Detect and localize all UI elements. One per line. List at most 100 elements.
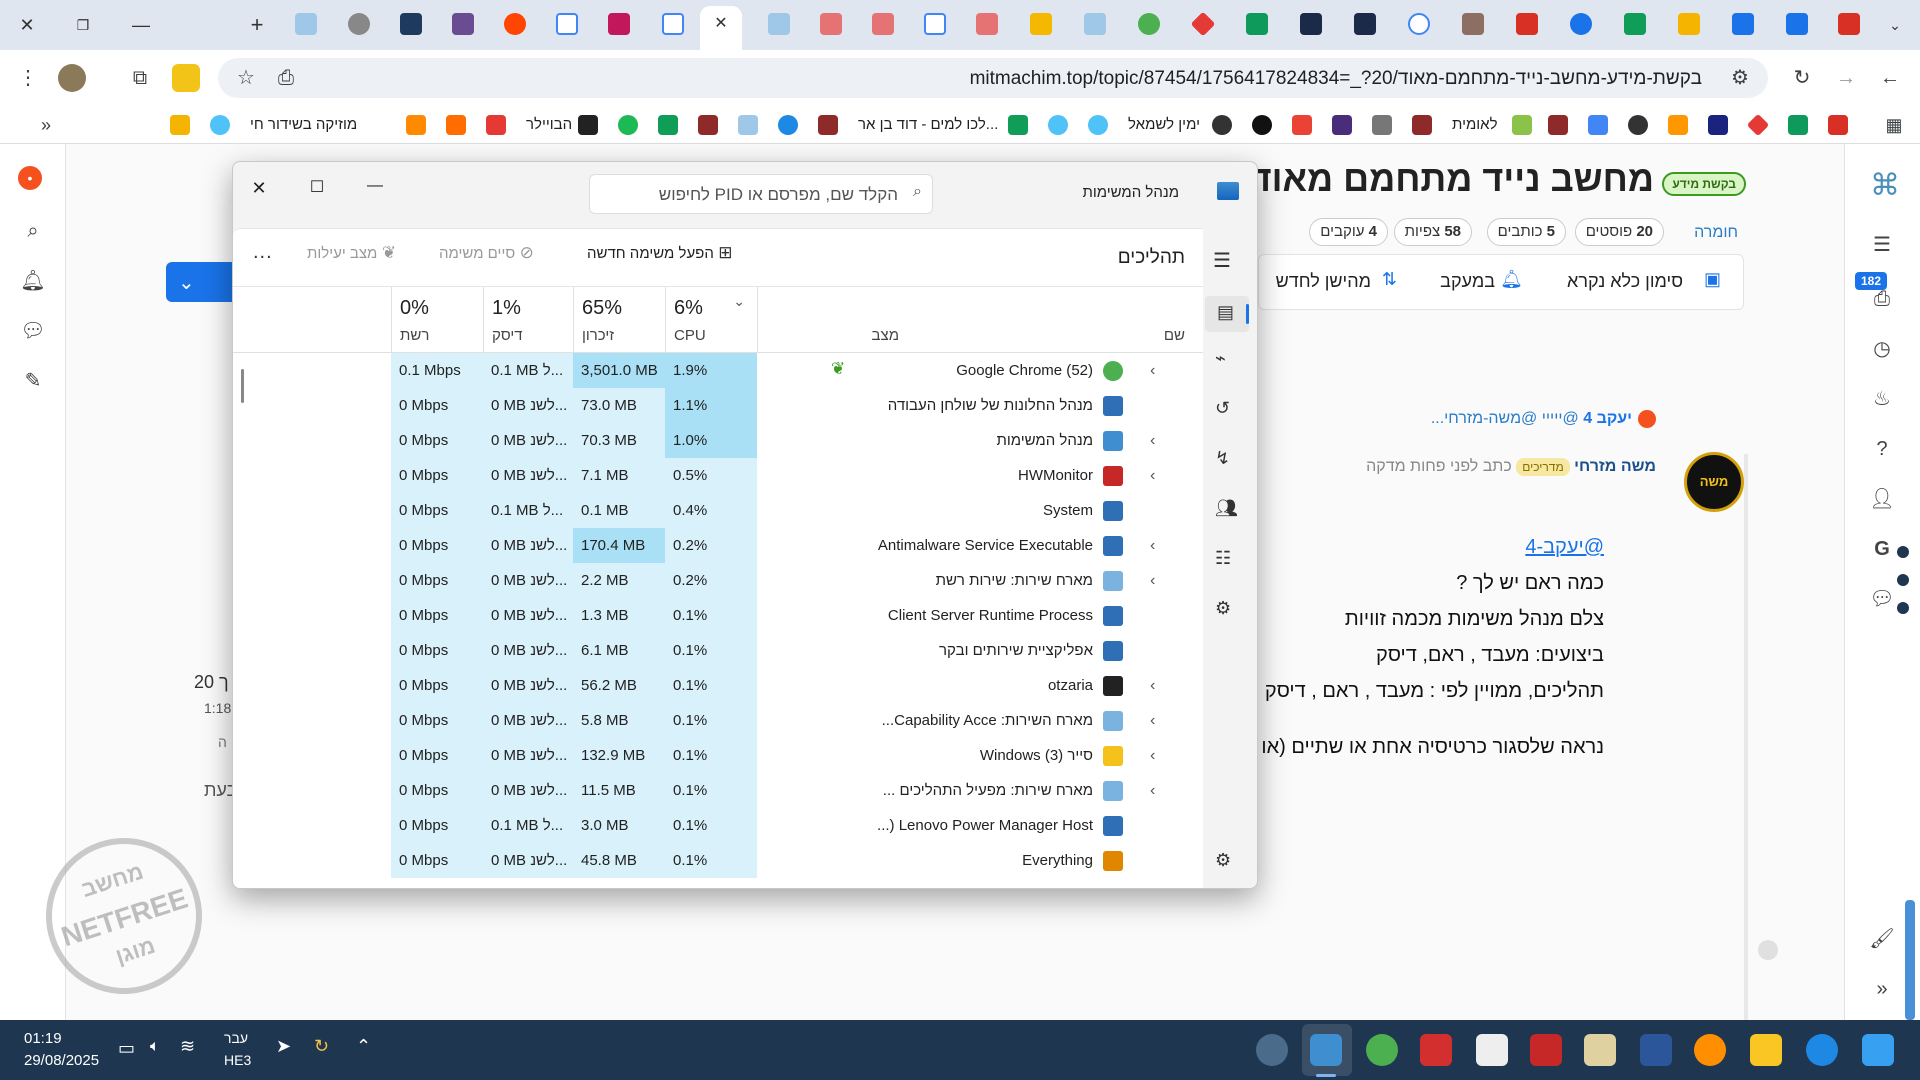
column-disk[interactable]: 1% דיסק	[483, 287, 573, 353]
new-tab-button[interactable]: +	[240, 12, 274, 38]
bookmark-icon[interactable]	[1512, 115, 1532, 135]
scrollbar-thumb[interactable]	[241, 369, 244, 403]
process-row[interactable]: 0 Mbps 0 MB לשנ... 6.1 MB 0.1% אפליקציית שיר…	[233, 633, 1203, 668]
services-icon[interactable]: ⚙	[1215, 598, 1231, 619]
volume-icon[interactable]: 🔈︎	[150, 1038, 160, 1056]
apps-grid-icon[interactable]: ▦	[1880, 111, 1908, 139]
tab-favicon[interactable]	[1462, 13, 1484, 35]
process-row[interactable]: 0 Mbps 0 MB לשנ... 7.1 MB 0.5% HWMonitor ›	[233, 458, 1203, 493]
bookmark-icon[interactable]	[1088, 115, 1108, 135]
address-bar[interactable]: ☆ ⎙ mitmachim.top/topic/87454/1756417824…	[218, 58, 1768, 98]
tab-favicon[interactable]	[1084, 13, 1106, 35]
tab-favicon[interactable]	[1678, 13, 1700, 35]
category-link[interactable]: חומרה	[1694, 224, 1738, 242]
clock-time[interactable]: 01:19	[24, 1030, 62, 1047]
chevron-down-icon[interactable]: ⌄	[178, 270, 195, 295]
close-window-button[interactable]: ✕	[10, 12, 44, 38]
tab-favicon[interactable]	[820, 13, 842, 35]
hamburger-icon[interactable]: ☰	[1213, 248, 1231, 273]
process-row[interactable]: 0 Mbps 0 MB לשנ... 73.0 MB 1.1% מנהל החלונות…	[233, 388, 1203, 423]
bookmark-item[interactable]: מוזיקה בשידור חי	[250, 116, 357, 133]
expand-chevron-icon[interactable]: ›	[1150, 423, 1155, 458]
nav-processes[interactable]: ▤	[1205, 296, 1249, 332]
tab-favicon[interactable]	[1138, 13, 1160, 35]
expand-chevron-icon[interactable]: ›	[1150, 528, 1155, 563]
author-avatar[interactable]: משה	[1684, 452, 1744, 512]
help-icon[interactable]: ?	[1867, 434, 1897, 464]
status-dot-icon[interactable]: •	[18, 166, 42, 190]
x-logo-icon[interactable]	[658, 115, 678, 135]
timeline-handle[interactable]	[1758, 940, 1778, 960]
wifi-icon[interactable]: ≋	[180, 1036, 195, 1057]
expand-chevron-icon[interactable]: ›	[1150, 668, 1155, 703]
tab-favicon[interactable]	[872, 13, 894, 35]
bookmark-item[interactable]: לאומית	[1452, 116, 1498, 133]
bookmark-icon[interactable]	[578, 115, 598, 135]
process-row[interactable]: 0 Mbps 0 MB לשנ... 45.8 MB 0.1% Everything	[233, 843, 1203, 878]
inbox-icon[interactable]: ⎙	[1867, 284, 1897, 314]
tab-favicon[interactable]	[924, 13, 946, 35]
minimize-icon[interactable]: —	[359, 170, 391, 202]
search-app-icon[interactable]	[1806, 1034, 1838, 1066]
google-icon[interactable]: G	[1867, 534, 1897, 564]
column-network[interactable]: 0% רשת	[391, 287, 483, 353]
bookmark-icon[interactable]	[1372, 115, 1392, 135]
tab-favicon[interactable]	[452, 13, 474, 35]
process-row[interactable]: 0 Mbps 0 MB לשנ... 11.5 MB 0.1% מארח שירות: …	[233, 773, 1203, 808]
bookmark-star-icon[interactable]: ☆	[232, 64, 260, 92]
bookmark-icon[interactable]	[1708, 115, 1728, 135]
brush-icon[interactable]: 🖌︎	[1867, 924, 1897, 954]
topic-badge[interactable]: בקשת מידע	[1662, 172, 1746, 196]
sync-icon[interactable]: ↻	[314, 1036, 329, 1057]
location-icon[interactable]: ➤	[276, 1036, 291, 1057]
minimize-window-button[interactable]: —	[124, 12, 158, 38]
process-row[interactable]: 0 Mbps 0 MB לשנ... 2.2 MB 0.2% מארח שירות: ש…	[233, 563, 1203, 598]
tab-favicon[interactable]	[295, 13, 317, 35]
settings-app-icon[interactable]	[1256, 1034, 1288, 1066]
tab-favicon[interactable]	[556, 13, 578, 35]
snipping-app-icon[interactable]	[1530, 1034, 1562, 1066]
mark-unread-button[interactable]: סימון כלא נקרא	[1567, 271, 1683, 292]
forward-icon[interactable]: →	[1832, 64, 1860, 92]
coins-extension-icon[interactable]	[172, 64, 200, 92]
chrome-app-icon[interactable]	[1366, 1034, 1398, 1066]
process-list[interactable]: 0.1 Mbps 0.1 MB ל... 3,501.0 MB 1.9% (52) Go…	[233, 353, 1203, 888]
watching-button[interactable]: במעקב	[1440, 271, 1495, 292]
expand-chevron-icon[interactable]: ›	[1150, 773, 1155, 808]
reload-icon[interactable]: ↻	[1788, 64, 1816, 92]
photos-icon[interactable]	[1292, 115, 1312, 135]
photos-app-icon[interactable]	[1584, 1034, 1616, 1066]
tab-favicon[interactable]	[1030, 13, 1052, 35]
bookmark-icon[interactable]	[1548, 115, 1568, 135]
input-language[interactable]: עבר	[224, 1030, 248, 1046]
process-row[interactable]: 0 Mbps 0.1 MB ל... 0.1 MB 0.4% System	[233, 493, 1203, 528]
details-icon[interactable]: ☷	[1215, 548, 1231, 569]
clock-date[interactable]: 29/08/2025	[24, 1052, 99, 1069]
more-options-button[interactable]: ...	[253, 241, 273, 264]
bookmark-icon[interactable]	[1668, 115, 1688, 135]
bookmark-icon[interactable]	[1788, 115, 1808, 135]
tab-favicon[interactable]	[1408, 13, 1430, 35]
active-tab-close-icon[interactable]: ✕	[710, 13, 732, 35]
site-settings-icon[interactable]: ⚙	[1726, 64, 1754, 92]
tab-favicon[interactable]	[1786, 13, 1808, 35]
tab-favicon[interactable]	[1354, 13, 1376, 35]
bookmark-icon[interactable]	[818, 115, 838, 135]
chat-icon[interactable]: 💬︎	[18, 316, 48, 346]
bookmark-icon[interactable]	[1332, 115, 1352, 135]
bookmark-icon[interactable]	[210, 115, 230, 135]
tray-chevron-up-icon[interactable]: ⌃	[356, 1036, 371, 1057]
tab-favicon[interactable]	[608, 13, 630, 35]
run-new-task-button[interactable]: ⊞ הפעל משימה חדשה	[587, 243, 733, 273]
end-task-button[interactable]: ⊘ סיים משימה	[439, 243, 534, 273]
chat-icon[interactable]: 💬︎	[1867, 584, 1897, 614]
bookmark-icon[interactable]	[406, 115, 426, 135]
bookmark-icon[interactable]	[1212, 115, 1232, 135]
close-icon[interactable]: ✕	[243, 172, 275, 204]
tab-favicon[interactable]	[768, 13, 790, 35]
tab-favicon[interactable]	[1300, 13, 1322, 35]
settings-icon[interactable]: ⚙	[1215, 850, 1231, 871]
install-app-icon[interactable]: ⎙	[272, 64, 300, 92]
site-logo-icon[interactable]: ⌘	[1863, 164, 1907, 208]
search-input[interactable]: הקלד שם, מפרסם או PID לחיפוש ⌕	[589, 174, 933, 214]
